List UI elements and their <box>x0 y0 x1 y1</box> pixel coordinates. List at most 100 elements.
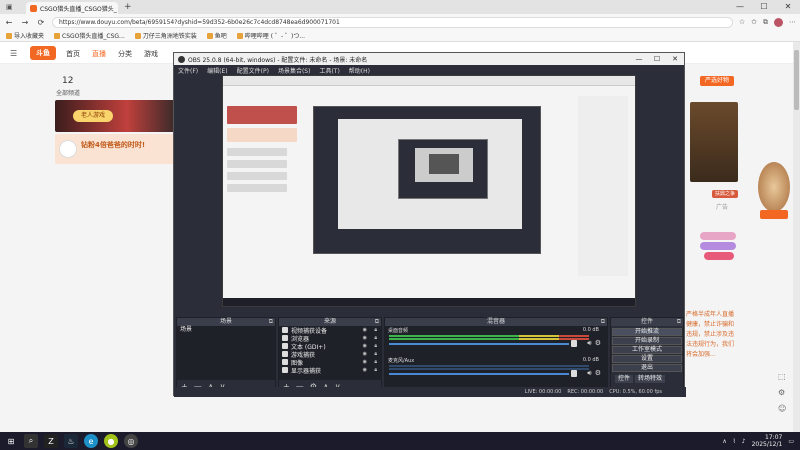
profile-avatar[interactable] <box>774 17 783 27</box>
forward-button[interactable]: → <box>20 18 30 27</box>
reward-label[interactable] <box>760 210 788 219</box>
lock-icon[interactable]: 🔒︎ <box>374 367 377 373</box>
more-icon[interactable]: ⋯ <box>789 18 796 27</box>
settings-icon[interactable]: ⚙ <box>778 388 785 397</box>
menu-tools[interactable]: 工具(T) <box>319 66 339 75</box>
tab-controls[interactable]: 控件 <box>615 375 634 383</box>
game-label[interactable]: 扶鼎之争 <box>712 190 738 198</box>
visibility-icon[interactable]: ◉ <box>363 351 367 357</box>
reward-avatar[interactable] <box>758 162 790 212</box>
visibility-icon[interactable]: ◉ <box>363 343 367 349</box>
obs-close-button[interactable]: ✕ <box>666 55 684 63</box>
notification-icon[interactable]: ▭ <box>788 438 794 445</box>
bookmark-item[interactable]: 导入收藏夹 <box>6 31 44 40</box>
emoji-icon[interactable]: ☺ <box>778 404 786 413</box>
nav-category[interactable]: 分类 <box>118 49 132 59</box>
speaker-icon[interactable]: 🔊︎ <box>587 369 591 378</box>
exit-button[interactable]: 退出 <box>612 364 682 372</box>
volume-slider[interactable] <box>389 373 569 375</box>
visibility-icon[interactable]: ◉ <box>363 335 367 341</box>
clock[interactable]: 17:07 2025/12/1 <box>752 434 783 448</box>
back-button[interactable]: ← <box>4 18 14 27</box>
address-bar[interactable]: https://www.douyu.com/beta/6959154?dyshi… <box>52 16 733 28</box>
minimize-button[interactable]: — <box>728 0 752 14</box>
menu-edit[interactable]: 编辑(E) <box>207 66 227 75</box>
lock-icon[interactable]: 🔒︎ <box>374 359 377 365</box>
bookmark-item[interactable]: 哔哩哔哩 ( ゜- ゜)つ... <box>236 31 305 40</box>
fullscreen-icon[interactable]: ⬚ <box>778 372 786 381</box>
browser-tab[interactable]: CSGO猎头直播_CSGO猎头_ × <box>26 2 118 14</box>
channel-name: 麦克风/Aux <box>388 358 415 364</box>
fan-promo[interactable]: 钻粉4倍爸爸的时时! <box>55 134 175 164</box>
volume-slider[interactable] <box>389 343 569 345</box>
app-green-icon[interactable]: ● <box>104 434 118 448</box>
new-tab-button[interactable]: + <box>124 2 132 12</box>
obs-dock-row: 场景 ⧉ 场景 + — ∧ ∨ 来源 ⧉ 视频捕获设备 ◉ 🔒︎ 浏览器 ◉ 🔒︎ <box>174 317 686 397</box>
nav-live[interactable]: 直播 <box>92 49 106 59</box>
volume-slider-knob[interactable] <box>571 370 577 377</box>
menu-scene-collection[interactable]: 场景集合(S) <box>278 66 311 75</box>
nav-games[interactable]: 游戏 <box>144 49 158 59</box>
gear-icon[interactable]: ⚙ <box>595 339 601 348</box>
douyu-nav: 首页 直播 分类 游戏 <box>66 49 158 59</box>
favorites-icon[interactable]: ✩ <box>751 18 757 27</box>
edge-icon[interactable]: e <box>84 434 98 448</box>
bookmark-item[interactable]: 鱼吧 <box>206 31 227 40</box>
tab-actions-icon[interactable]: ▣ <box>6 3 13 11</box>
scene-item[interactable]: 场景 <box>177 326 275 334</box>
bookmark-item[interactable]: 刀仔三角洲地铁实装 <box>134 31 197 40</box>
game-ad-image[interactable] <box>690 102 738 182</box>
shop-button[interactable]: 严选好物 <box>700 76 734 86</box>
obs-minimize-button[interactable]: — <box>630 55 648 63</box>
menu-file[interactable]: 文件(F) <box>178 66 198 75</box>
app-z-icon[interactable]: Z <box>44 434 58 448</box>
dock-float-icon[interactable]: ⧉ <box>601 318 605 326</box>
dock-float-icon[interactable]: ⧉ <box>375 318 379 326</box>
scenes-list[interactable]: 场景 <box>177 326 275 380</box>
steam-icon[interactable]: ♨ <box>64 434 78 448</box>
start-recording-button[interactable]: 开始录制 <box>612 337 682 345</box>
tab-transitions[interactable]: 转场特效 <box>635 375 666 383</box>
banner-button[interactable]: 老人游戏 <box>73 110 113 122</box>
nav-home[interactable]: 首页 <box>66 49 80 59</box>
menu-profile[interactable]: 配置文件(P) <box>237 66 269 75</box>
lock-icon[interactable]: 🔒︎ <box>374 335 377 341</box>
volume-icon[interactable]: ♪ <box>742 438 746 445</box>
tray-chevron-icon[interactable]: ∧ <box>722 438 726 445</box>
bookmark-item[interactable]: CSGO猎头直播_CSG... <box>54 31 125 40</box>
channel-label[interactable]: 全部频道 <box>56 88 80 97</box>
douyu-logo[interactable]: 斗鱼 <box>30 46 56 60</box>
lock-icon[interactable]: 🔒︎ <box>374 343 377 349</box>
sources-list[interactable]: 视频捕获设备 ◉ 🔒︎ 浏览器 ◉ 🔒︎ 文本 (GDI+) ◉ 🔒︎ 游戏捕获 ◉ 🔒︎ 图像… <box>279 326 381 380</box>
promo-banner[interactable]: 老人游戏 <box>55 100 175 132</box>
windows-start-icon[interactable]: ⊞ <box>4 434 18 448</box>
gear-icon[interactable]: ⚙ <box>595 369 601 378</box>
page-scrollbar[interactable] <box>793 42 800 432</box>
start-streaming-button[interactable]: 开始推流 <box>612 328 682 336</box>
maximize-button[interactable]: ☐ <box>752 0 776 14</box>
source-item[interactable]: 显示器捕获 ◉ 🔒︎ <box>279 366 381 375</box>
visibility-icon[interactable]: ◉ <box>363 367 367 373</box>
obs-taskbar-icon[interactable]: ◎ <box>124 434 138 448</box>
studio-mode-button[interactable]: 工作室模式 <box>612 346 682 354</box>
obs-maximize-button[interactable]: ☐ <box>648 55 666 63</box>
lock-icon[interactable]: 🔒︎ <box>374 351 377 357</box>
lock-icon[interactable]: 🔒︎ <box>374 327 377 333</box>
close-button[interactable]: ✕ <box>776 0 800 14</box>
menu-icon[interactable]: ☰ <box>10 49 17 58</box>
star-icon[interactable]: ☆ <box>739 18 745 27</box>
visibility-icon[interactable]: ◉ <box>363 327 367 333</box>
dock-float-icon[interactable]: ⧉ <box>269 318 273 326</box>
search-icon[interactable]: ⌕ <box>24 434 38 448</box>
settings-button[interactable]: 设置 <box>612 355 682 363</box>
menu-help[interactable]: 帮助(H) <box>349 66 370 75</box>
visibility-icon[interactable]: ◉ <box>363 359 367 365</box>
dock-float-icon[interactable]: ⧉ <box>677 318 681 326</box>
scrollbar-thumb[interactable] <box>794 50 799 110</box>
extensions-icon[interactable]: ⧉ <box>763 18 768 27</box>
obs-preview[interactable] <box>222 75 636 307</box>
network-icon[interactable]: ⌇ <box>733 438 736 445</box>
refresh-button[interactable]: ⟳ <box>36 18 46 27</box>
volume-slider-knob[interactable] <box>571 340 577 347</box>
speaker-icon[interactable]: 🔊︎ <box>587 339 591 348</box>
